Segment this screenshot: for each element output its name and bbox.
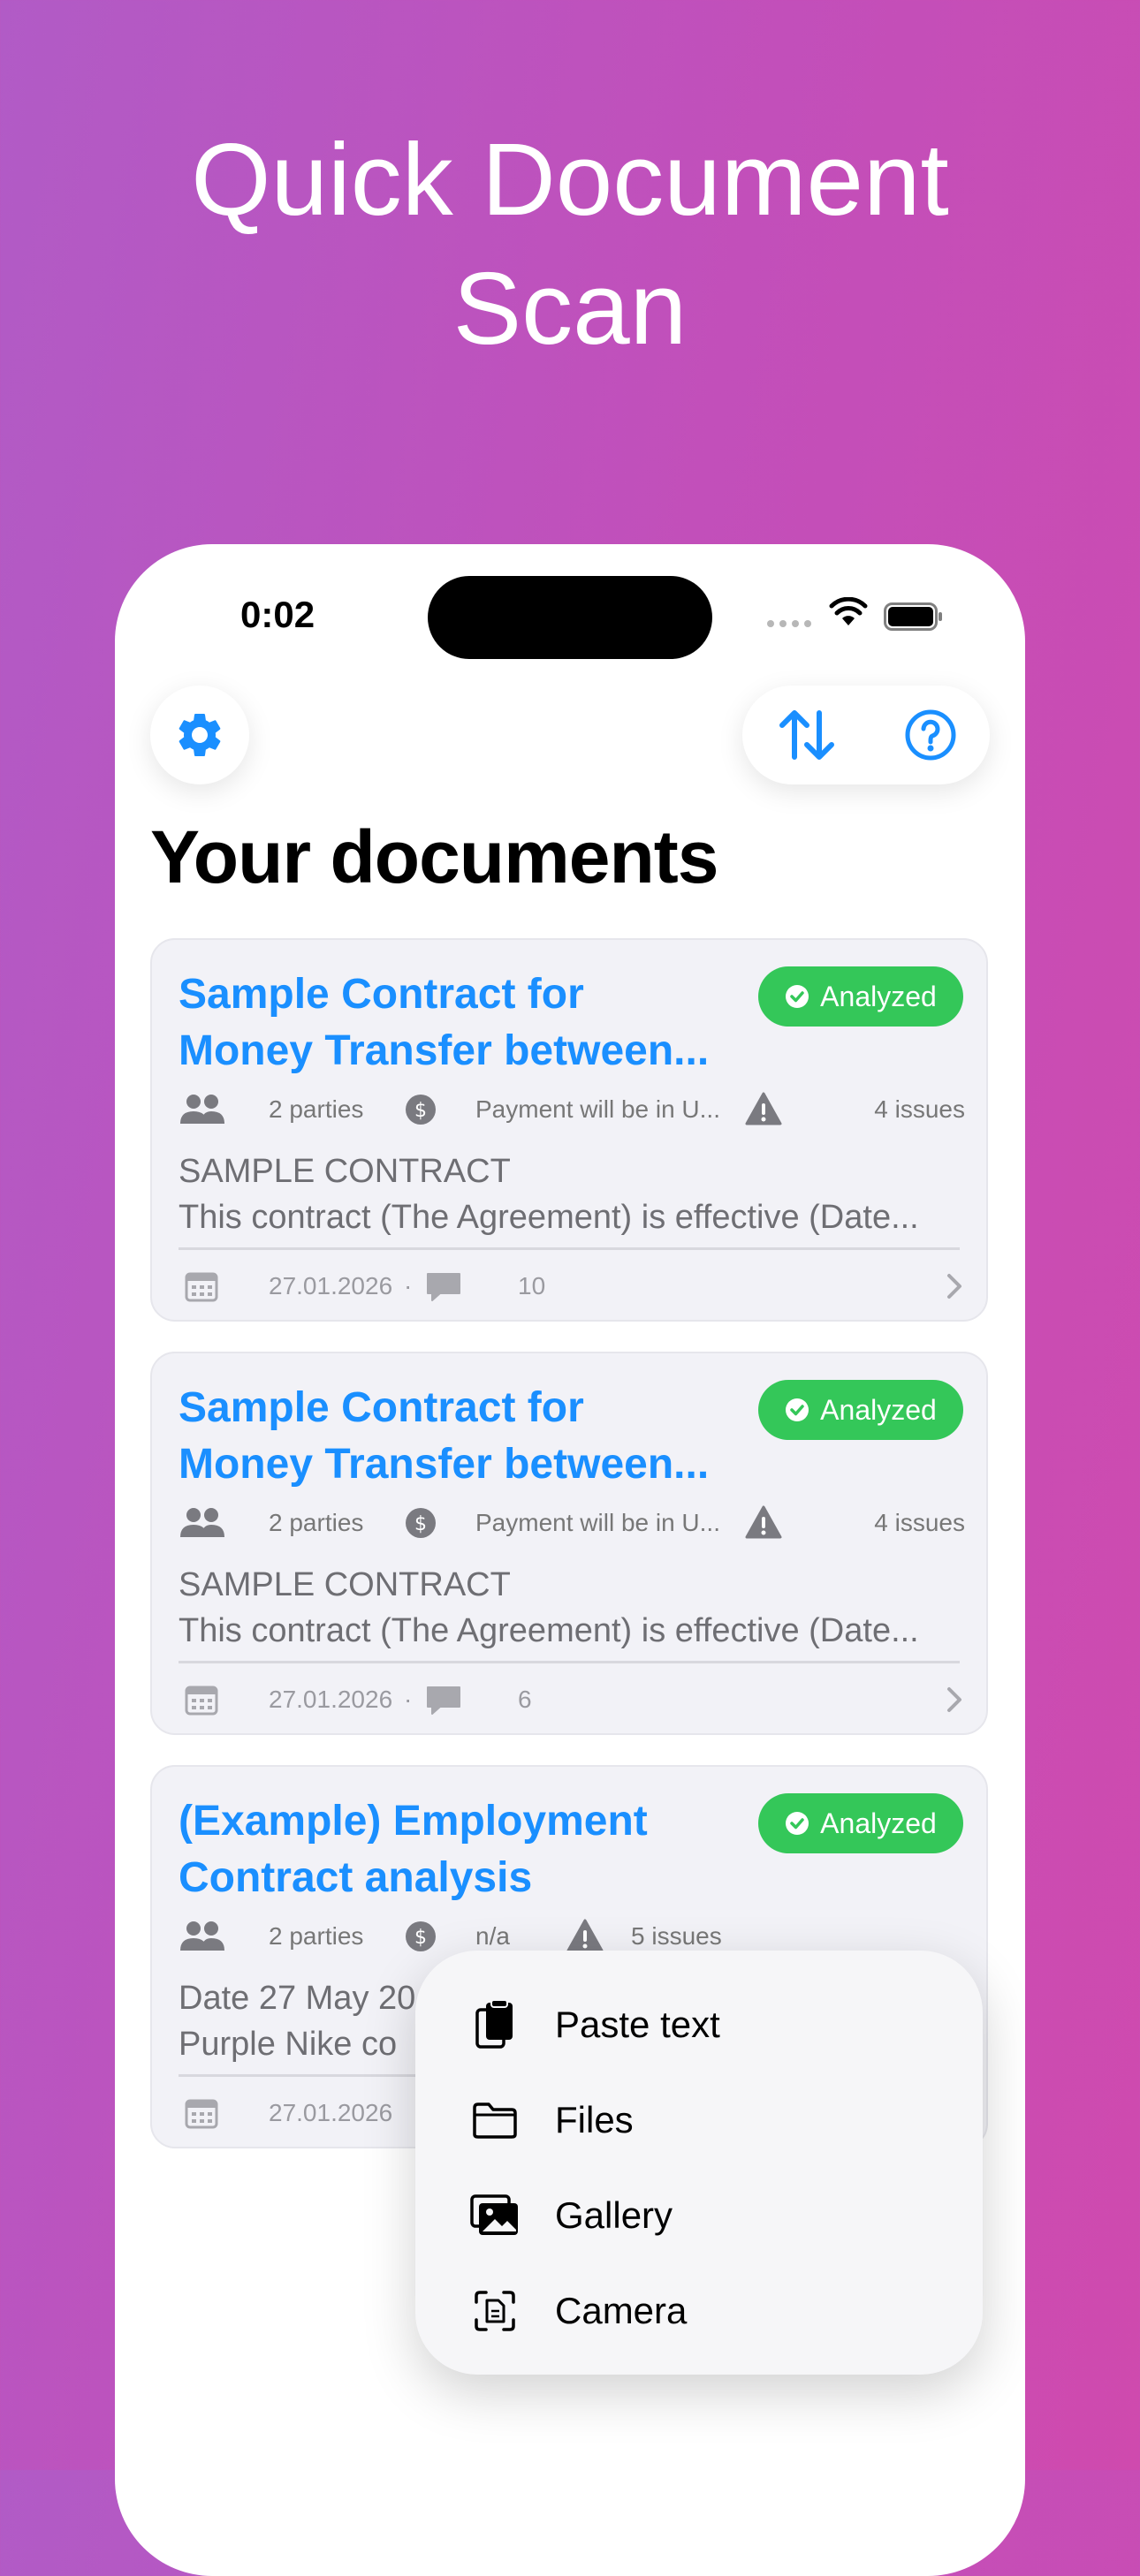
document-title-line1: (Example) Employment <box>179 1798 648 1845</box>
dollar-circle-icon: $ <box>406 1508 436 1538</box>
svg-text:$: $ <box>414 1927 427 1949</box>
status-badge: Analyzed <box>758 966 963 1027</box>
payment-summary: Payment will be in U... <box>475 1509 720 1536</box>
document-date: 27.01.2026 <box>269 1686 393 1713</box>
document-scan-icon <box>475 2291 515 2331</box>
document-meta: 2 parties $ Payment will be in U... 4 is… <box>179 1502 965 1544</box>
gallery-icon <box>470 2194 518 2235</box>
issues-count: 4 issues <box>874 1509 965 1536</box>
calendar-icon <box>185 1686 218 1716</box>
promo-title: Quick Document Scan <box>0 115 1140 373</box>
people-icon <box>180 1921 224 1951</box>
document-title-line1: Sample Contract for <box>179 971 584 1018</box>
promo-title-line2: Scan <box>452 251 688 366</box>
checkmark-circle-icon <box>786 1398 809 1421</box>
excerpt-line2: This contract (The Agreement) is effecti… <box>179 1199 919 1236</box>
document-title-line1: Sample Contract for <box>179 1384 584 1431</box>
divider <box>179 1661 960 1663</box>
status-badge: Analyzed <box>758 1793 963 1853</box>
status-badge-label: Analyzed <box>820 1393 937 1426</box>
menu-item-label: Files <box>555 2099 634 2140</box>
menu-item-label: Gallery <box>555 2194 673 2236</box>
issues-count: 4 issues <box>874 1095 965 1123</box>
sort-arrows-icon[interactable] <box>775 708 839 762</box>
dollar-circle-icon: $ <box>406 1095 436 1125</box>
toolbar-actions <box>742 686 990 784</box>
menu-item-gallery[interactable]: Gallery <box>468 2180 673 2251</box>
separator-dot: · <box>404 1272 413 1299</box>
checkmark-circle-icon <box>786 1812 809 1835</box>
people-icon <box>180 1095 224 1124</box>
comments-count: 6 <box>518 1686 532 1713</box>
parties-count: 2 parties <box>269 1922 364 1950</box>
paste-icon <box>475 1999 513 2049</box>
divider <box>179 1247 960 1250</box>
document-excerpt: SAMPLE CONTRACT This contract (The Agree… <box>179 1148 965 1240</box>
payment-summary: Payment will be in U... <box>475 1095 720 1123</box>
dollar-circle-icon: $ <box>406 1921 436 1951</box>
status-badge: Analyzed <box>758 1380 963 1440</box>
document-title-line2: Contract analysis <box>179 1854 533 1901</box>
document-footer: 27.01.2026 · 6 <box>179 1675 965 1724</box>
phone-screen: 0:02 Your documents Sample Contract for <box>115 544 1025 2576</box>
menu-item-files[interactable]: Files <box>468 2085 634 2156</box>
dynamic-island <box>428 576 712 659</box>
separator-dot: · <box>404 1686 413 1713</box>
calendar-icon <box>185 1272 218 1302</box>
wifi-icon <box>829 597 868 625</box>
excerpt-line2: This contract (The Agreement) is effecti… <box>179 1612 919 1649</box>
svg-text:$: $ <box>414 1513 427 1535</box>
status-badge-label: Analyzed <box>820 1807 937 1839</box>
settings-button[interactable] <box>150 686 249 784</box>
document-title[interactable]: Sample Contract for Money Transfer betwe… <box>179 966 726 1080</box>
excerpt-line1: SAMPLE CONTRACT <box>179 1566 511 1603</box>
comment-icon <box>427 1686 460 1715</box>
promo-title-line1: Quick Document <box>191 122 949 237</box>
comments-count: 10 <box>518 1272 546 1299</box>
document-footer: 27.01.2026 · 10 <box>179 1261 965 1311</box>
cellular-signal-icon <box>767 620 811 627</box>
document-meta: 2 parties $ Payment will be in U... 4 is… <box>179 1088 965 1131</box>
folder-icon <box>473 2102 517 2139</box>
parties-count: 2 parties <box>269 1509 364 1536</box>
calendar-icon <box>185 2099 218 2129</box>
menu-item-camera[interactable]: Camera <box>468 2276 687 2346</box>
document-excerpt: SAMPLE CONTRACT This contract (The Agree… <box>179 1562 965 1654</box>
comment-icon <box>427 1273 460 1301</box>
page-title: Your documents <box>150 815 718 898</box>
menu-item-label: Camera <box>555 2290 688 2331</box>
document-title-line2: Money Transfer between... <box>179 1441 710 1488</box>
question-icon[interactable] <box>904 708 957 761</box>
parties-count: 2 parties <box>269 1095 364 1123</box>
chevron-right-icon[interactable] <box>944 1261 965 1311</box>
chevron-right-icon[interactable] <box>944 1675 965 1724</box>
document-date: 27.01.2026 <box>269 1272 393 1299</box>
status-badge-label: Analyzed <box>820 980 937 1012</box>
warning-icon <box>745 1505 782 1539</box>
import-menu: Paste text Files Gallery Camera <box>415 1951 983 2375</box>
document-title[interactable]: (Example) Employment Contract analysis <box>179 1793 726 1906</box>
menu-item-label: Paste text <box>555 2004 720 2045</box>
svg-text:$: $ <box>414 1100 427 1122</box>
checkmark-circle-icon <box>786 985 809 1008</box>
battery-icon <box>884 602 942 631</box>
document-date: 27.01.2026 <box>269 2099 393 2126</box>
document-card[interactable]: Sample Contract for Money Transfer betwe… <box>150 1352 988 1735</box>
people-icon <box>180 1508 224 1537</box>
document-card[interactable]: Sample Contract for Money Transfer betwe… <box>150 938 988 1322</box>
document-title[interactable]: Sample Contract for Money Transfer betwe… <box>179 1380 726 1493</box>
warning-icon <box>745 1092 782 1125</box>
gear-icon <box>179 714 221 756</box>
status-time: 0:02 <box>240 594 315 635</box>
excerpt-line1: SAMPLE CONTRACT <box>179 1153 511 1190</box>
document-title-line2: Money Transfer between... <box>179 1027 710 1074</box>
menu-item-paste-text[interactable]: Paste text <box>468 1989 720 2060</box>
